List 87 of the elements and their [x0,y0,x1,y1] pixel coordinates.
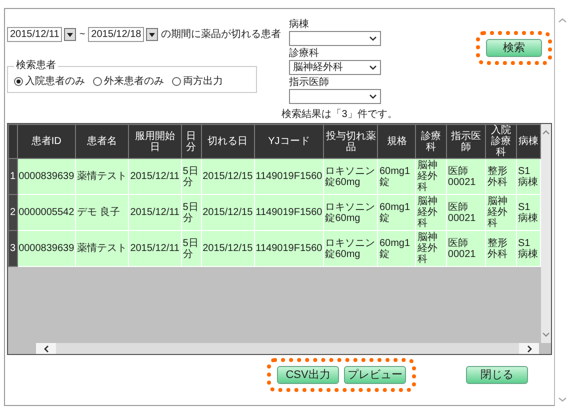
column-header[interactable]: 切れる日 [201,124,254,158]
chevron-down-icon [369,36,377,41]
action-button[interactable]: プレビュー [344,366,406,384]
table-cell: 1149019F1560 [254,158,324,194]
chevron-down-icon[interactable] [542,332,550,337]
table-cell: 2015/12/15 [201,158,254,194]
table-cell: 2015/12/11 [128,194,182,230]
column-header[interactable]: 診療科 [416,124,446,158]
row-number: 3 [8,230,18,266]
radio-icon[interactable] [172,77,181,86]
caret-down-icon[interactable] [149,32,156,36]
dropdown-button[interactable] [64,28,76,41]
table-cell: 整形外科 [486,230,516,266]
range-separator: ~ [79,28,86,42]
table-cell: S1病棟 [516,194,540,230]
field-label: 病棟 [289,19,310,31]
field-label: 診療科 [289,48,320,60]
select-field[interactable] [289,31,381,46]
radio-option[interactable]: 外来患者のみ [93,74,164,89]
select-field[interactable]: 脳神経外科 [289,60,381,75]
table-cell: 2015/12/15 [201,230,254,266]
column-header[interactable]: YJコード [254,124,324,158]
table-cell: 医師00021 [446,158,486,194]
header-cell [8,124,18,158]
date-field[interactable]: 2015/12/11 [7,27,62,42]
table-cell: 0000839639 [17,158,76,194]
table-cell: 0000005542 [17,194,76,230]
table-cell: S1病棟 [516,230,540,266]
radio-option[interactable]: 入院患者のみ [14,74,85,89]
table-cell: 1149019F1560 [254,230,324,266]
chevron-down-icon [369,94,377,99]
action-button[interactable]: CSV出力 [277,366,339,384]
table-cell: 整形外科 [486,158,516,194]
chevron-down-icon [369,65,377,70]
column-header[interactable]: 病棟 [516,124,540,158]
row-number: 2 [8,194,18,230]
table-cell: 5日分 [181,158,202,194]
action-button[interactable]: 閉じる [466,366,528,384]
table-cell: 5日分 [181,194,202,230]
radio-icon[interactable] [93,77,102,86]
column-header[interactable]: 入院診療科 [486,124,516,158]
table-cell: 5日分 [181,230,202,266]
table-cell: 薬情テスト [76,158,129,194]
result-count-text: 検索結果は「3」件です。 [282,109,398,120]
table-cell: 医師00021 [446,230,486,266]
table-cell: 60mg1錠 [378,158,416,194]
date-field[interactable]: 2015/12/18 [88,27,144,42]
table-cell: デモ 良子 [76,194,129,230]
radio-option[interactable]: 両方出力 [172,74,223,89]
table-cell: 60mg1錠 [378,194,416,230]
table-cell: 脳神経外科 [486,194,516,230]
table-cell: 2015/12/15 [201,194,254,230]
table-cell: 医師00021 [446,194,486,230]
table-cell: 60mg1錠 [378,230,416,266]
column-header[interactable]: 患者名 [76,124,129,158]
table-cell: 2015/12/11 [128,158,182,194]
table-cell: 0000839639 [17,230,76,266]
table-cell: 脳神経外科 [416,230,446,266]
table-cell: ロキソニン錠60mg [324,158,378,194]
select-field[interactable] [289,89,381,104]
column-header[interactable]: 服用開始日 [128,124,182,158]
column-header[interactable]: 日分 [181,124,202,158]
search-button[interactable]: 検索 [486,39,542,57]
radio-icon[interactable] [14,77,23,86]
chevron-right-icon[interactable] [526,344,532,352]
caret-down-icon[interactable] [67,32,74,36]
column-header[interactable]: 規格 [378,124,416,158]
table-cell: 薬情テスト [76,230,129,266]
column-header[interactable]: 指示医師 [446,124,486,158]
dropdown-button[interactable] [146,28,158,41]
table-cell: S1病棟 [516,158,540,194]
table-cell: ロキソニン錠60mg [324,194,378,230]
row-number: 1 [8,158,18,194]
field-label: 指示医師 [289,77,330,89]
horizontal-scrollbar[interactable] [36,343,539,354]
table-cell: 脳神経外科 [416,158,446,194]
table-cell: 脳神経外科 [416,194,446,230]
table-cell: 2015/12/11 [128,230,182,266]
range-caption: の期間に薬品が切れる患者 [161,28,282,42]
chevron-up-icon[interactable] [542,130,550,135]
table-cell: 1149019F1560 [254,194,324,230]
column-header[interactable]: 患者ID [17,124,76,158]
vertical-scrollbar[interactable] [541,124,551,343]
column-header[interactable]: 投与切れ薬品 [324,124,378,158]
group-label: 検索患者 [14,60,58,72]
table-cell: ロキソニン錠60mg [324,230,378,266]
chevron-left-icon[interactable] [44,344,48,352]
